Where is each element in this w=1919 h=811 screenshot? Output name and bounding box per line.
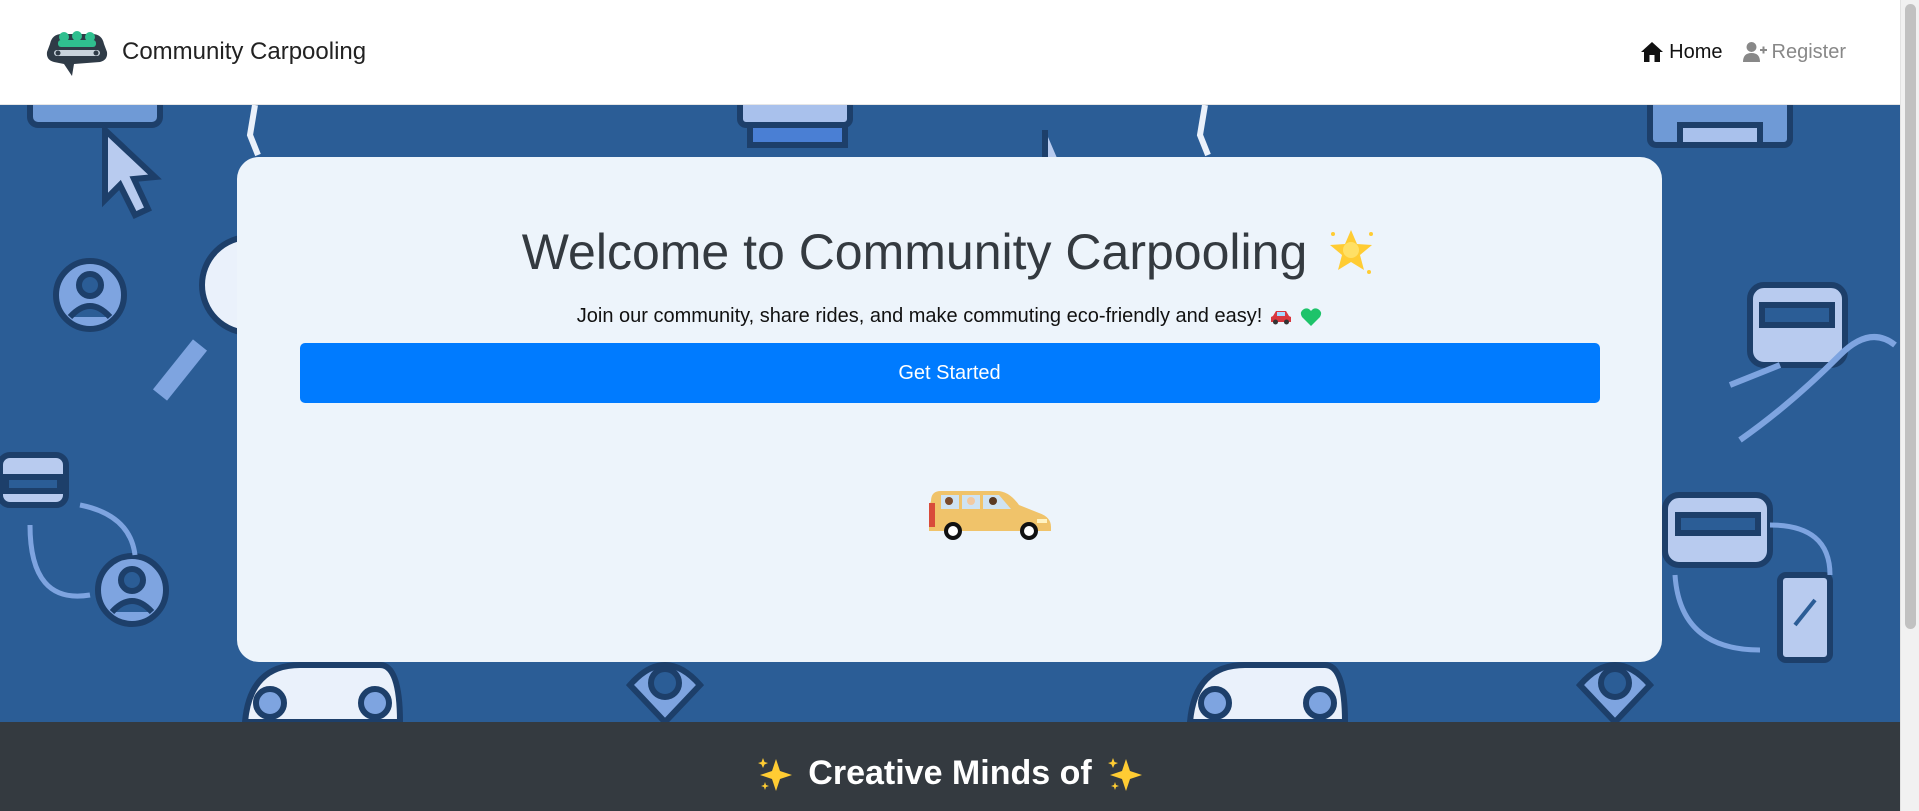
page-scrollbar[interactable]: [1900, 0, 1919, 811]
sparkles-icon: [758, 757, 793, 791]
navbar: Community Carpooling Home Register: [0, 0, 1900, 105]
welcome-card: Welcome to Community Carpooling Join our…: [237, 157, 1662, 662]
hero-title: Welcome to Community Carpooling: [521, 224, 1308, 280]
nav-links: Home Register: [1640, 41, 1846, 64]
footer-title: Creative Minds of: [808, 754, 1092, 792]
nav-home-link[interactable]: Home: [1640, 40, 1723, 64]
car-emoji-icon: [1271, 310, 1292, 324]
brand-name: Community Carpooling: [122, 38, 367, 65]
hero-title-row: Welcome to Community Carpooling: [522, 223, 1378, 281]
page: Community Carpooling Home Register Welco…: [0, 0, 1919, 811]
hero-section: Welcome to Community Carpooling Join our…: [0, 105, 1900, 722]
scrollbar-thumb[interactable]: [1905, 4, 1916, 629]
glowing-star-icon: [1330, 230, 1374, 274]
footer: Creative Minds of: [0, 722, 1900, 811]
hero-subtitle: Join our community, share rides, and mak…: [576, 305, 1263, 327]
nav-home-label: Home: [1669, 40, 1723, 63]
nav-register-label: Register: [1771, 40, 1846, 63]
green-heart-icon: [1301, 307, 1322, 326]
footer-title-row: Creative Minds of: [756, 754, 1143, 793]
user-plus-icon: [1742, 42, 1767, 62]
hero-subtitle-row: Join our community, share rides, and mak…: [577, 305, 1323, 328]
get-started-button[interactable]: Get Started: [299, 343, 1600, 403]
sparkles-icon: [1107, 757, 1142, 791]
carpool-logo-icon: [46, 31, 108, 76]
home-icon: [1641, 42, 1664, 62]
van-with-passengers-illustration: [928, 491, 1051, 540]
nav-register-link[interactable]: Register: [1742, 40, 1846, 64]
brand-link[interactable]: Community Carpooling: [44, 24, 366, 80]
